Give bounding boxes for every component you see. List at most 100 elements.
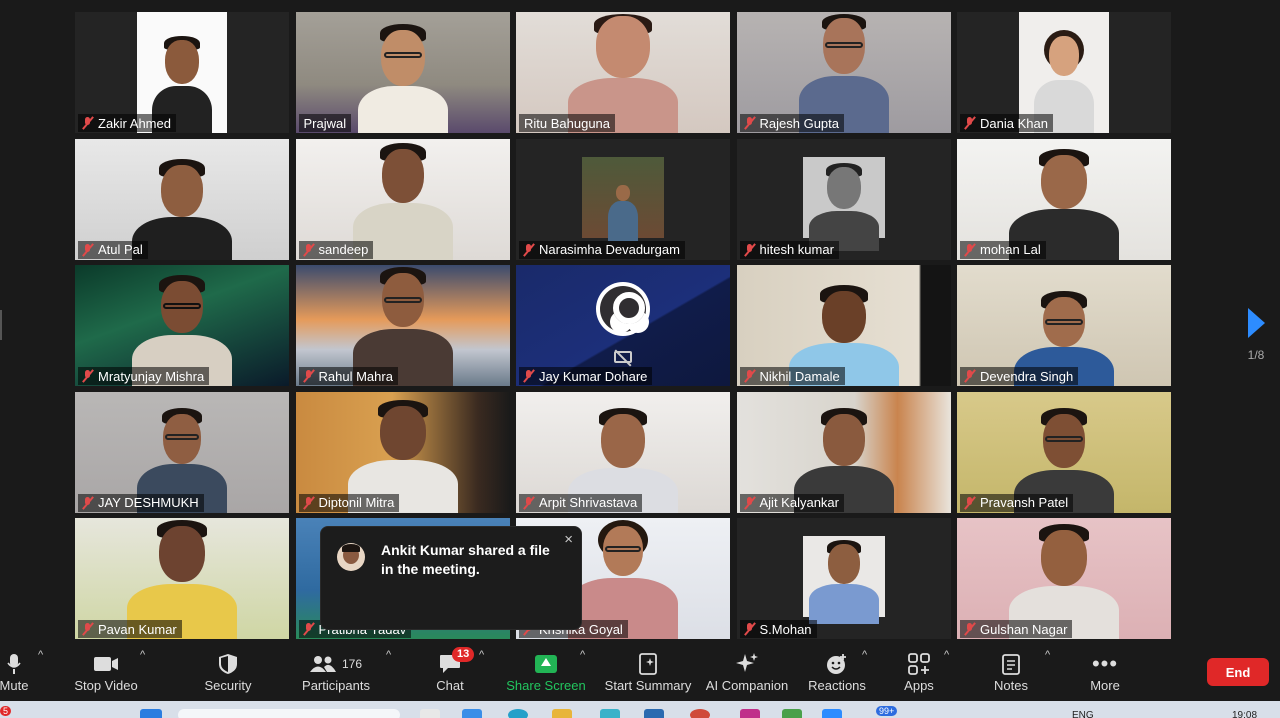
video-tile-active-speaker[interactable]: Ritu Bahuguna <box>516 12 730 133</box>
video-tile[interactable]: Zakir Ahmed <box>75 12 289 133</box>
reactions-options-chevron-up-icon[interactable]: ^ <box>862 649 867 661</box>
video-tile[interactable]: Ajit Kalyankar <box>736 391 951 513</box>
participants-options-chevron-up-icon[interactable]: ^ <box>386 649 391 661</box>
participant-name: JAY DESHMUKH <box>98 495 199 510</box>
chevron-right-icon[interactable] <box>1247 308 1265 338</box>
participant-name: Dania Khan <box>980 115 1048 131</box>
mic-muted-icon <box>743 496 756 510</box>
end-meeting-button[interactable]: End <box>1207 658 1269 686</box>
share-screen-button[interactable]: Share Screen <box>506 650 586 698</box>
file-shared-notification[interactable]: Ankit Kumar shared a file in the meeting… <box>320 526 582 630</box>
close-icon[interactable]: × <box>564 531 573 548</box>
mute-button[interactable]: Mute <box>0 650 38 698</box>
mic-muted-icon <box>743 243 756 257</box>
video-tile[interactable]: JAY DESHMUKH <box>75 391 289 513</box>
video-tile[interactable]: Rahul Mahra <box>295 265 510 386</box>
video-camera-icon <box>94 657 118 671</box>
video-tile[interactable]: Narasimha Devadurgam <box>516 138 730 260</box>
mic-muted-icon <box>302 622 315 636</box>
video-tile[interactable]: Nikhil Damale <box>736 265 951 386</box>
participants-button[interactable]: 176 Participants <box>300 650 372 698</box>
taskbar-app-icon[interactable] <box>822 709 842 718</box>
search-box[interactable] <box>178 709 400 718</box>
taskbar-app-icon[interactable] <box>462 709 482 718</box>
security-button[interactable]: Security <box>200 650 256 698</box>
mic-muted-icon <box>743 116 756 130</box>
video-tile[interactable]: sandeep <box>295 138 510 260</box>
notes-options-chevron-up-icon[interactable]: ^ <box>1045 649 1050 661</box>
mic-muted-icon <box>743 369 756 383</box>
video-tile[interactable]: Prajwal <box>295 12 510 133</box>
share-options-chevron-up-icon[interactable]: ^ <box>580 649 585 661</box>
obs-logo-icon <box>596 282 650 336</box>
chat-options-chevron-up-icon[interactable]: ^ <box>479 649 484 661</box>
mic-muted-icon <box>963 369 976 383</box>
video-grid: Zakir Ahmed Prajwal Ritu Bahuguna Rajesh… <box>75 12 1171 639</box>
participant-name-tag: Pravansh Patel <box>960 493 1074 512</box>
taskbar-app-icon[interactable] <box>420 709 440 718</box>
video-tile[interactable]: Atul Pal <box>75 138 289 260</box>
video-tile[interactable]: Mratyunjay Mishra <box>75 265 289 386</box>
more-button[interactable]: ••• More <box>1084 650 1126 698</box>
video-tile[interactable]: S.Mohan <box>736 518 951 639</box>
participant-name: Gulshan Nagar <box>980 621 1068 637</box>
clock-time[interactable]: 19:08 <box>1232 710 1257 718</box>
participant-name-tag: Zakir Ahmed <box>78 114 176 132</box>
taskbar-app-icon[interactable] <box>644 709 664 718</box>
apps-options-chevron-up-icon[interactable]: ^ <box>944 649 949 661</box>
video-tile[interactable]: Devendra Singh <box>957 265 1171 386</box>
participant-name-tag: Prajwal <box>298 114 352 132</box>
taskbar-app-icon[interactable] <box>508 709 528 718</box>
next-page-nav[interactable]: 1/8 <box>1232 308 1280 362</box>
video-tile[interactable]: Dania Khan <box>957 12 1171 133</box>
participant-name-tag: Dania Khan <box>960 114 1053 132</box>
stop-video-button[interactable]: Stop Video <box>72 650 140 698</box>
participant-name: Nikhil Damale <box>759 368 840 384</box>
video-tile[interactable]: Gulshan Nagar <box>957 518 1171 639</box>
participants-icon <box>309 656 336 672</box>
taskbar-app-icon[interactable] <box>690 709 710 718</box>
notes-button[interactable]: Notes <box>988 650 1034 698</box>
start-menu-icon[interactable] <box>140 709 162 718</box>
video-tile[interactable]: Pravansh Patel <box>957 391 1171 513</box>
taskbar-app-icon[interactable] <box>740 709 760 718</box>
participant-name-tag: Rajesh Gupta <box>739 114 844 132</box>
mic-muted-icon <box>302 496 315 510</box>
mic-muted-icon <box>743 622 756 636</box>
video-tile[interactable]: Pavan Kumar <box>75 518 289 639</box>
mic-muted-icon <box>302 369 315 383</box>
participant-name: Zakir Ahmed <box>98 115 171 131</box>
taskbar-app-icon[interactable] <box>782 709 802 718</box>
sparkle-icon <box>736 653 758 672</box>
smiley-icon <box>827 654 846 674</box>
video-options-chevron-up-icon[interactable]: ^ <box>140 649 145 661</box>
previous-page-edge[interactable] <box>0 310 4 340</box>
video-tile[interactable]: Rajesh Gupta <box>736 12 951 133</box>
start-summary-button[interactable]: Start Summary <box>604 650 692 698</box>
os-taskbar: 5 99+ ENG 19:08 <box>0 701 1280 718</box>
share-screen-icon <box>535 655 557 673</box>
video-tile-screen-share[interactable]: Jay Kumar Dohare <box>516 265 730 386</box>
language-indicator[interactable]: ENG <box>1072 710 1094 718</box>
video-tile[interactable]: Arpit Shrivastava <box>516 391 730 513</box>
taskbar-app-icon[interactable] <box>552 709 572 718</box>
mute-options-chevron-up-icon[interactable]: ^ <box>38 649 43 661</box>
apps-button[interactable]: Apps <box>896 650 942 698</box>
participant-name: Diptonil Mitra <box>318 495 395 510</box>
participant-name-tag: JAY DESHMUKH <box>78 493 204 512</box>
participant-name: Rahul Mahra <box>318 368 393 384</box>
mic-muted-icon <box>522 369 535 383</box>
video-tile[interactable]: hitesh kumar <box>736 138 951 260</box>
mic-muted-icon <box>963 116 976 130</box>
participant-name-tag: Rahul Mahra <box>298 367 398 385</box>
video-tile[interactable]: Diptonil Mitra <box>295 391 510 513</box>
participant-name-tag: mohan Lal <box>960 240 1046 259</box>
ai-companion-button[interactable]: AI Companion <box>704 650 790 698</box>
video-tile[interactable]: mohan Lal <box>957 138 1171 260</box>
reactions-button[interactable]: Reactions <box>806 650 868 698</box>
participant-name: Devendra Singh <box>980 368 1074 384</box>
participant-name: mohan Lal <box>980 242 1041 257</box>
mic-muted-icon <box>963 496 976 510</box>
profile-picture <box>802 156 885 251</box>
taskbar-app-icon[interactable] <box>600 709 620 718</box>
